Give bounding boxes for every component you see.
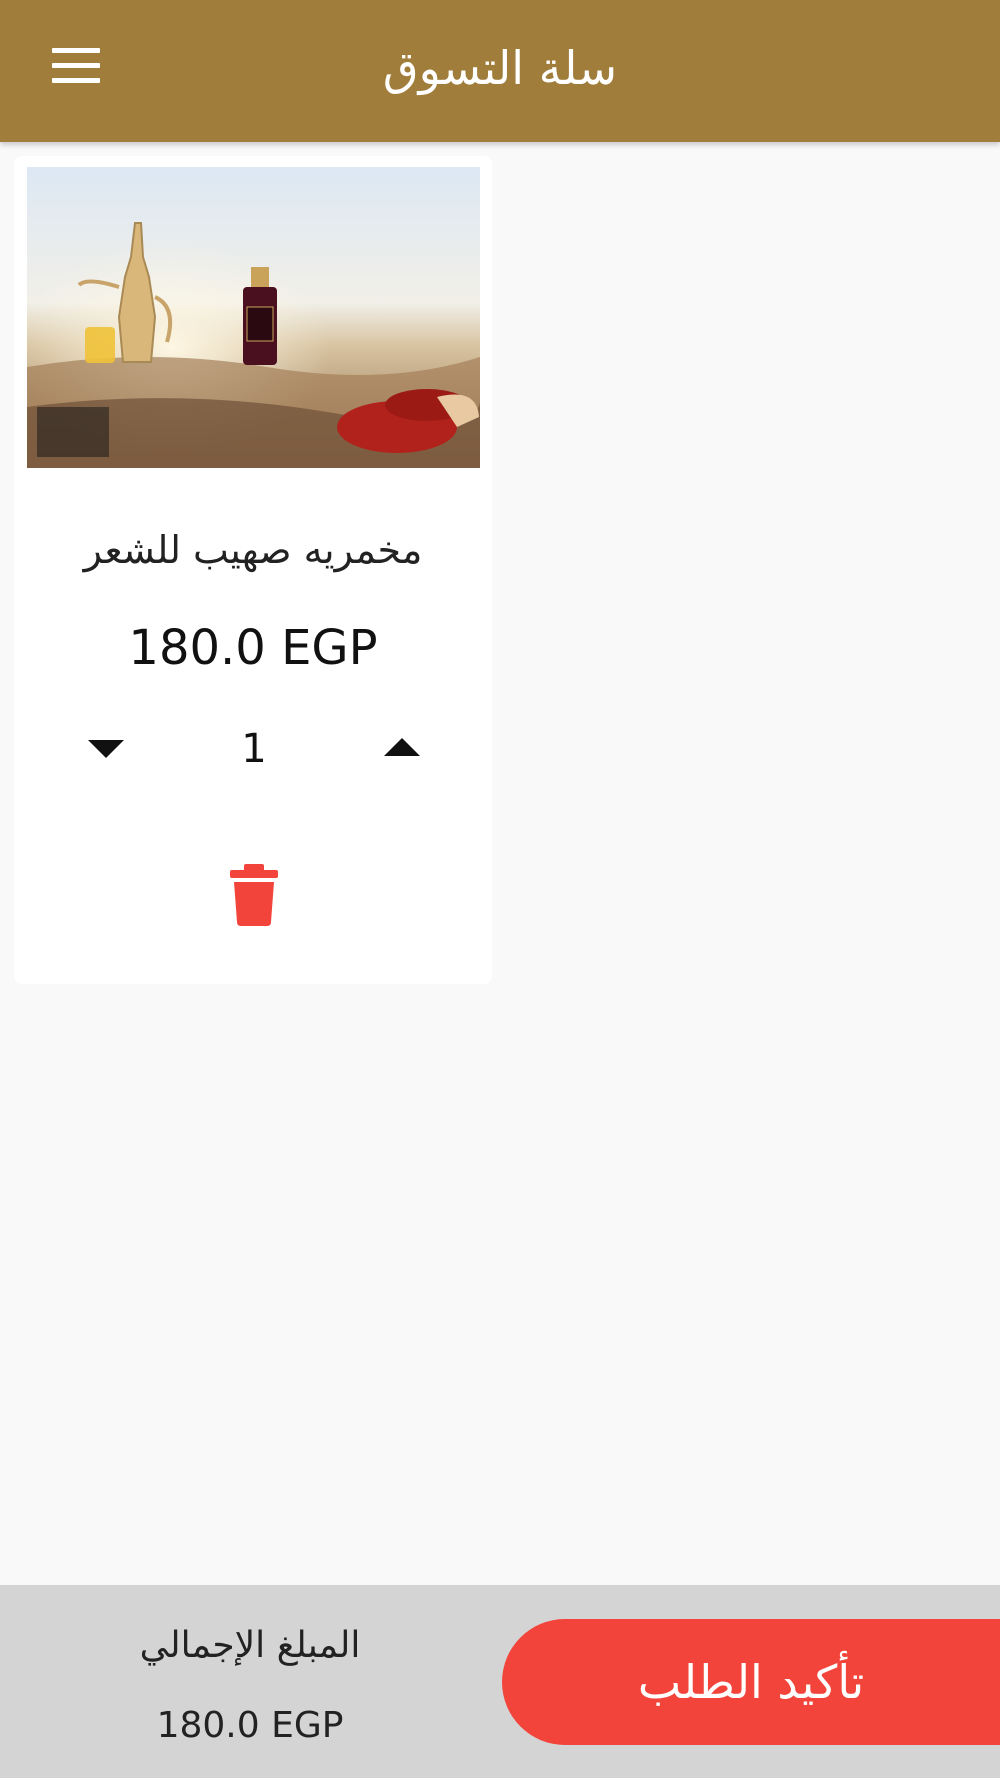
app-bar: سلة التسوق (0, 0, 1000, 142)
hamburger-menu-icon[interactable] (44, 46, 110, 90)
brand-logo (37, 407, 109, 457)
trash-icon[interactable] (224, 862, 284, 928)
page-title: سلة التسوق (382, 41, 618, 95)
confirm-order-button[interactable]: تأكيد الطلب (502, 1619, 1000, 1745)
cart-footer: المبلغ الإجمالي 180.0 EGP تأكيد الطلب (0, 1585, 1000, 1778)
product-price: 180.0 EGP (128, 620, 378, 676)
total-amount-label: المبلغ الإجمالي (139, 1625, 361, 1666)
increase-quantity-button[interactable] (376, 728, 426, 768)
product-name: مخمريه صهيب للشعر (83, 528, 423, 572)
cart-item-card: مخمريه صهيب للشعر 180.0 EGP 1 (14, 156, 492, 984)
product-image[interactable] (27, 167, 480, 468)
quantity-value: 1 (241, 726, 267, 772)
total-amount-value: 180.0 EGP (156, 1705, 344, 1746)
decrease-quantity-button[interactable] (80, 728, 130, 768)
